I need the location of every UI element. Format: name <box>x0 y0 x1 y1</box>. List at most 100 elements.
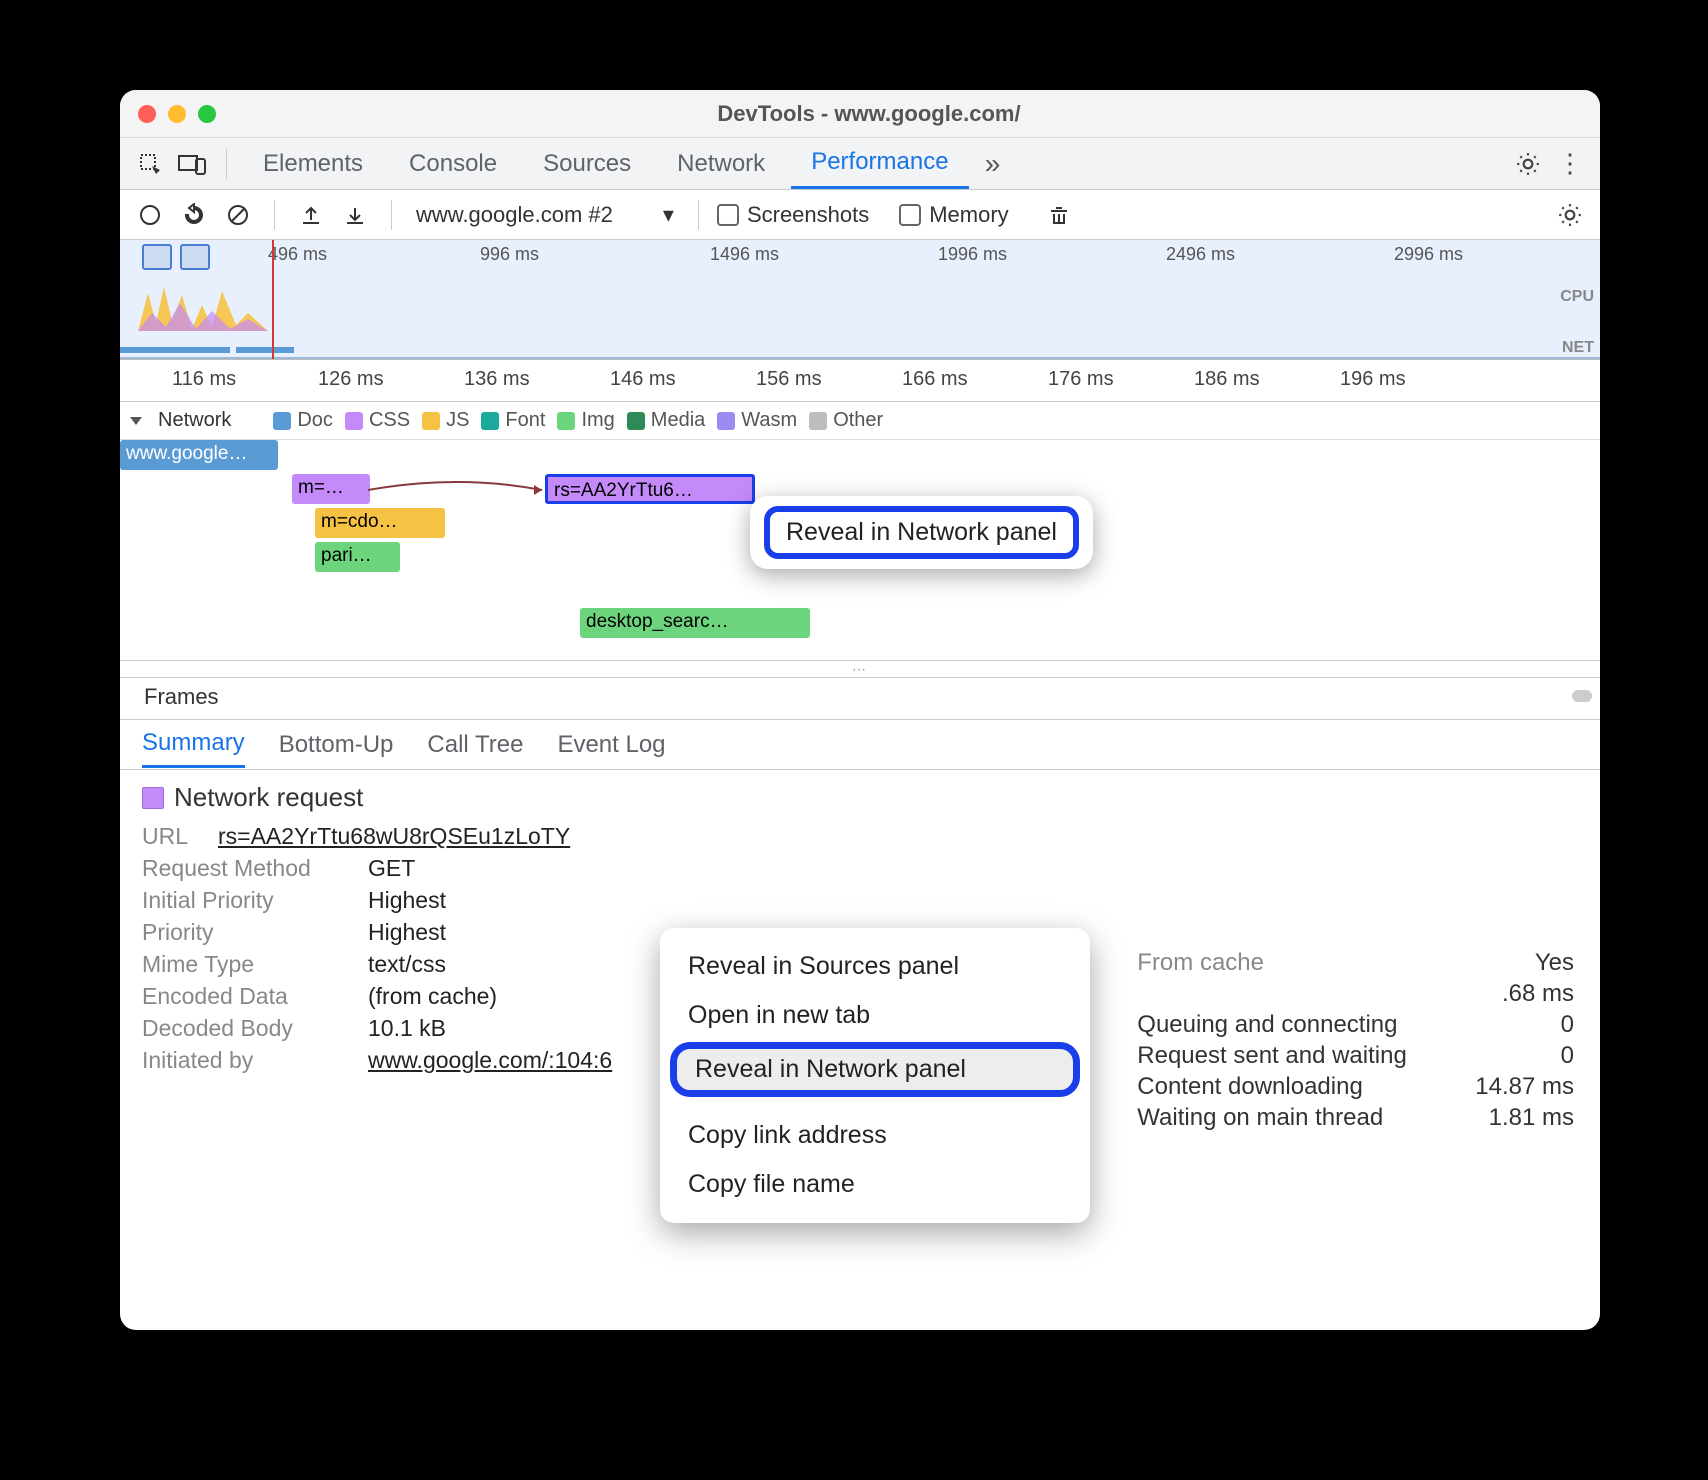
request-title: Network request <box>142 782 1578 813</box>
request-bar[interactable]: pari… <box>315 542 400 572</box>
divider <box>391 200 392 230</box>
tab-sources[interactable]: Sources <box>523 140 651 188</box>
initiated-by-link[interactable]: www.google.com/:104:6 <box>368 1047 612 1074</box>
request-bar[interactable]: desktop_searc… <box>580 608 810 638</box>
request-bar[interactable]: m=… <box>292 474 370 504</box>
more-tabs-icon[interactable]: » <box>975 146 1011 182</box>
titlebar: DevTools - www.google.com/ <box>120 90 1600 138</box>
detail-tab-event-log[interactable]: Event Log <box>557 723 665 767</box>
net-mini-bar <box>120 347 230 353</box>
net-mini-bar <box>236 347 294 353</box>
recording-selector[interactable]: www.google.com #2 ▾ <box>410 198 680 232</box>
frames-track[interactable]: Frames <box>120 678 1600 720</box>
settings-icon[interactable] <box>1510 146 1546 182</box>
memory-checkbox[interactable] <box>899 204 921 226</box>
clear-button[interactable] <box>220 197 256 233</box>
timing-row-label: Waiting on main thread <box>1137 1104 1447 1132</box>
record-button[interactable] <box>132 197 168 233</box>
request-bar[interactable]: m=cdo… <box>315 508 445 538</box>
load-profile-icon[interactable] <box>293 197 329 233</box>
timing-row-value: 1.81 ms <box>1489 1104 1574 1132</box>
from-cache-value: Yes <box>1535 949 1574 977</box>
flamechart-area: Network Doc CSS JS Font Img Media Wasm O… <box>120 402 1600 678</box>
overview-tick: 496 ms <box>268 244 327 265</box>
garbage-collect-icon[interactable] <box>1041 197 1077 233</box>
window-controls <box>138 105 216 123</box>
timing-row-label: Queuing and connecting <box>1137 1011 1447 1039</box>
divider <box>226 149 227 179</box>
initiator-arrow <box>368 478 548 508</box>
overview-tick: 1996 ms <box>938 244 1007 265</box>
initiated-by-label: Initiated by <box>142 1047 352 1074</box>
tab-elements[interactable]: Elements <box>243 140 383 188</box>
priority-label: Priority <box>142 919 352 946</box>
method-value: GET <box>368 855 415 882</box>
network-track-label: Network <box>158 409 231 432</box>
divider <box>698 200 699 230</box>
detail-tab-summary[interactable]: Summary <box>142 721 245 768</box>
dropdown-caret-icon: ▾ <box>663 202 674 228</box>
request-heading: Network request <box>174 782 363 813</box>
close-window-button[interactable] <box>138 105 156 123</box>
screenshots-checkbox[interactable] <box>717 204 739 226</box>
timing-row-label: Request sent and waiting <box>1137 1042 1447 1070</box>
tab-performance[interactable]: Performance <box>791 138 968 189</box>
performance-toolbar: www.google.com #2 ▾ Screenshots Memory <box>120 190 1600 240</box>
scrollbar-thumb[interactable] <box>1572 690 1592 702</box>
capture-settings-icon[interactable] <box>1552 197 1588 233</box>
overview-window-handle[interactable] <box>180 244 210 270</box>
decoded-label: Decoded Body <box>142 1015 352 1042</box>
mime-label: Mime Type <box>142 951 352 978</box>
network-track-header[interactable]: Network Doc CSS JS Font Img Media Wasm O… <box>120 402 1600 440</box>
legend-doc: Doc <box>273 409 333 432</box>
request-bar-selected[interactable]: rs=AA2YrTtu6… <box>545 474 755 504</box>
timing-row-value: 0 <box>1561 1042 1574 1070</box>
disclosure-triangle-icon[interactable] <box>130 417 142 425</box>
overview-cpu-label: CPU <box>1560 288 1594 306</box>
legend-css: CSS <box>345 409 410 432</box>
overview-tick: 2496 ms <box>1166 244 1235 265</box>
inspect-element-icon[interactable] <box>132 146 168 182</box>
menu-item-copy-link[interactable]: Copy link address <box>660 1111 1090 1160</box>
url-link[interactable]: rs=AA2YrTtu68wU8rQSEu1zLoTY <box>218 823 570 850</box>
timing-row-value: 14.87 ms <box>1475 1073 1574 1101</box>
priority-value: Highest <box>368 919 446 946</box>
menu-item-open-new-tab[interactable]: Open in new tab <box>660 991 1090 1040</box>
menu-item-reveal-network[interactable]: Reveal in Network panel <box>670 1042 1080 1097</box>
overview-window-handle[interactable] <box>142 244 172 270</box>
decoded-value: 10.1 kB <box>368 1015 446 1042</box>
overview-tick: 2996 ms <box>1394 244 1463 265</box>
divider <box>274 200 275 230</box>
reload-record-button[interactable] <box>176 197 212 233</box>
ruler-tick: 136 ms <box>464 368 530 391</box>
menu-item-copy-filename[interactable]: Copy file name <box>660 1160 1090 1209</box>
context-menu: Reveal in Sources panel Open in new tab … <box>660 928 1090 1223</box>
device-toolbar-icon[interactable] <box>174 146 210 182</box>
overview-tick: 1496 ms <box>710 244 779 265</box>
maximize-window-button[interactable] <box>198 105 216 123</box>
menu-item-reveal-sources[interactable]: Reveal in Sources panel <box>660 942 1090 991</box>
frames-label: Frames <box>144 684 219 709</box>
timing-row-label: Content downloading <box>1137 1073 1447 1101</box>
ruler-tick: 156 ms <box>756 368 822 391</box>
legend-font: Font <box>481 409 545 432</box>
overview-net-label: NET <box>1562 339 1594 357</box>
minimize-window-button[interactable] <box>168 105 186 123</box>
kebab-menu-icon[interactable]: ⋮ <box>1552 146 1588 182</box>
tab-network[interactable]: Network <box>657 140 785 188</box>
save-profile-icon[interactable] <box>337 197 373 233</box>
detail-tab-bottom-up[interactable]: Bottom-Up <box>279 723 394 767</box>
overview-timeline[interactable]: 496 ms 996 ms 1496 ms 1996 ms 2496 ms 29… <box>120 240 1600 360</box>
window-title: DevTools - www.google.com/ <box>216 101 1522 127</box>
request-bar[interactable]: www.google… <box>120 440 278 470</box>
pane-resize-handle[interactable]: ⋯ <box>120 660 1600 678</box>
legend-wasm: Wasm <box>717 409 797 432</box>
details-tabs: Summary Bottom-Up Call Tree Event Log <box>120 720 1600 770</box>
timing-row-value: 0 <box>1561 1011 1574 1039</box>
devtools-window: DevTools - www.google.com/ Elements Cons… <box>120 90 1600 1330</box>
network-tracks[interactable]: www.google… m=… rs=AA2YrTtu6… m=cdo… par… <box>120 440 1600 660</box>
tab-console[interactable]: Console <box>389 140 517 188</box>
detail-tab-call-tree[interactable]: Call Tree <box>427 723 523 767</box>
recording-name: www.google.com #2 <box>416 202 613 228</box>
flamechart-ruler[interactable]: 116 ms 126 ms 136 ms 146 ms 156 ms 166 m… <box>120 360 1600 402</box>
